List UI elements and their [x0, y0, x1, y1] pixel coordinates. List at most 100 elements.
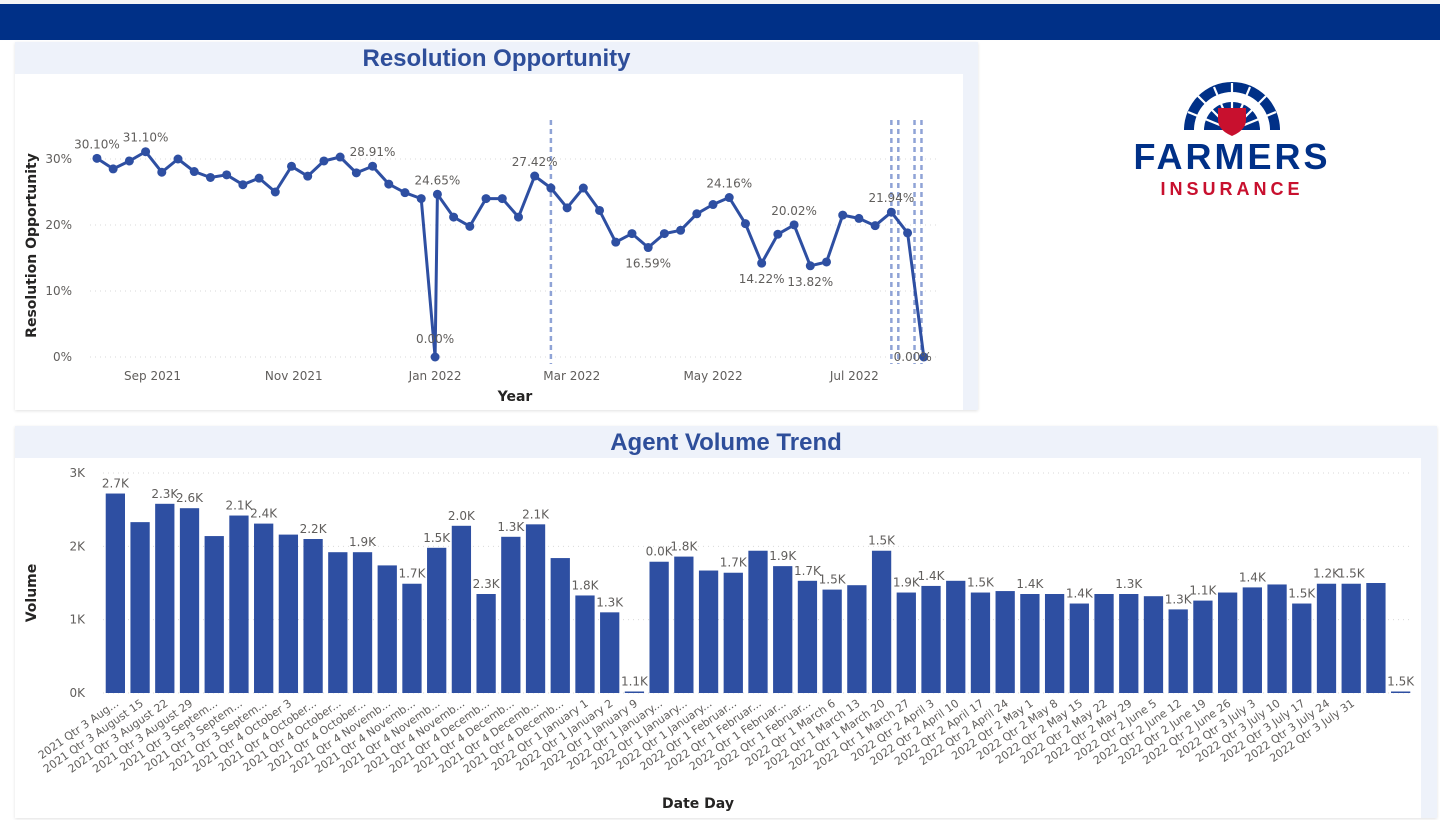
data-point	[465, 221, 475, 231]
bar-value-label: 1.3K	[596, 595, 624, 609]
farmers-crest-icon	[1184, 82, 1280, 136]
volume-bar	[1217, 592, 1238, 693]
bar-value-label: 2.6K	[176, 491, 204, 505]
report-header-bar	[0, 0, 1440, 40]
x-tick-label: Nov 2021	[265, 369, 323, 383]
volume-bar	[1242, 587, 1262, 693]
data-point	[578, 183, 588, 193]
volume-bar	[1267, 584, 1287, 693]
volume-bar	[1020, 594, 1040, 693]
data-point	[903, 228, 913, 238]
logo-brand-text: FARMERS	[1133, 136, 1331, 177]
volume-bar-chart[interactable]: 0K1K2K3KVolumeDate Day2.7K2021 Qtr 3 Aug…	[15, 458, 1421, 818]
x-tick-label: Jul 2022	[829, 369, 879, 383]
farmers-logo: FARMERS INSURANCE	[1112, 78, 1352, 208]
data-point	[513, 212, 523, 222]
bar-value-label: 1.9K	[769, 549, 797, 563]
data-point	[449, 212, 459, 222]
volume-bar	[847, 585, 867, 693]
volume-bar	[1292, 603, 1312, 693]
data-point	[303, 171, 313, 181]
data-point	[724, 193, 734, 203]
data-point	[400, 188, 410, 198]
bar-value-label: 1.4K	[918, 569, 946, 583]
data-point	[530, 171, 540, 181]
x-tick-label: Mar 2022	[543, 369, 600, 383]
bar-value-label: 1.5K	[1338, 567, 1366, 581]
y-tick-label: 2K	[69, 539, 86, 553]
bar-value-label: 1.5K	[1387, 675, 1415, 689]
series-line	[96, 150, 926, 359]
resolution-chart-area: 0% 10% 20% 30% Sep 2021 Nov 2021 Jan 2022 Mar 2…	[15, 74, 963, 410]
volume-bar	[525, 524, 546, 693]
bar-value-label: 1.5K	[423, 531, 451, 545]
y-tick-label: 10%	[45, 284, 72, 298]
resolution-line-chart[interactable]: 0% 10% 20% 30% Sep 2021 Nov 2021 Jan 2022 Mar 2…	[15, 74, 963, 410]
data-point	[562, 203, 572, 213]
volume-bar	[402, 583, 422, 693]
x-axis-title: Year	[497, 389, 533, 405]
data-point	[270, 187, 280, 197]
data-label: 27.42%	[512, 155, 558, 169]
volume-bar	[649, 561, 669, 693]
volume-bar	[624, 691, 645, 693]
bar-value-label: 2.3K	[473, 577, 501, 591]
bar-value-label: 1.3K	[497, 520, 525, 534]
volume-bar	[278, 534, 299, 693]
volume-bar	[1193, 600, 1213, 693]
volume-bar	[254, 523, 274, 693]
volume-bar	[179, 508, 200, 693]
volume-bar	[896, 592, 916, 693]
data-label: 30.10%	[74, 137, 120, 151]
data-point	[676, 225, 686, 235]
volume-bar	[130, 522, 150, 693]
bar-value-label: 1.1K	[1189, 584, 1217, 598]
bar-value-label: 2.0K	[448, 509, 476, 523]
data-point	[773, 229, 783, 239]
data-point	[432, 189, 442, 199]
volume-bar	[1119, 594, 1139, 693]
data-point	[368, 161, 378, 171]
volume-bar	[1168, 609, 1188, 693]
data-point	[124, 156, 134, 166]
volume-bar	[328, 552, 348, 693]
volume-chart-area: 0K 1K 2K 3K Volume Date Day 2.7K 2021 Qtr 3 Aug…	[15, 458, 1421, 818]
data-point	[822, 257, 832, 267]
data-label: 0.00%	[894, 350, 932, 364]
data-point	[611, 237, 621, 247]
data-label: 0.00%	[416, 332, 454, 346]
bar-value-label: 1.5K	[819, 573, 847, 587]
data-point	[497, 194, 507, 204]
x-tick-label: Jan 2022	[408, 369, 462, 383]
bar-value-label: 1.3K	[1115, 577, 1143, 591]
bar-value-label: 1.4K	[1239, 570, 1267, 584]
volume-bar	[229, 515, 249, 693]
volume-bar	[1044, 594, 1065, 693]
data-point	[886, 207, 896, 217]
data-point	[643, 243, 653, 253]
volume-bar	[204, 536, 224, 693]
data-point	[595, 205, 605, 215]
data-label: 14.22%	[739, 272, 785, 286]
bar-value-label: 1.4K	[1016, 577, 1044, 591]
volume-bar	[105, 493, 125, 693]
volume-bar	[723, 572, 743, 693]
bar-value-label: 2.4K	[250, 507, 278, 521]
volume-bar	[1094, 594, 1114, 693]
data-label: 31.10%	[123, 131, 169, 145]
volume-bar	[352, 552, 373, 693]
logo-sub-text: INSURANCE	[1160, 179, 1304, 199]
data-point	[238, 180, 248, 190]
data-label: 28.91%	[350, 145, 396, 159]
bar-value-label: 1.4K	[1066, 587, 1094, 601]
resolution-opportunity-visual[interactable]: Resolution Opportunity 0% 10% 20% 30% Sep 20…	[15, 42, 978, 410]
data-point	[692, 209, 702, 219]
volume-bar	[303, 539, 323, 693]
data-point	[757, 258, 767, 268]
volume-bar	[871, 550, 892, 693]
agent-volume-visual[interactable]: Agent Volume Trend 0K 1K 2K 3K Volume Date Da…	[15, 426, 1437, 818]
y-tick-label: 0K	[69, 686, 86, 700]
volume-bar	[501, 536, 521, 693]
data-point	[870, 221, 880, 231]
volume-bar	[748, 550, 768, 693]
